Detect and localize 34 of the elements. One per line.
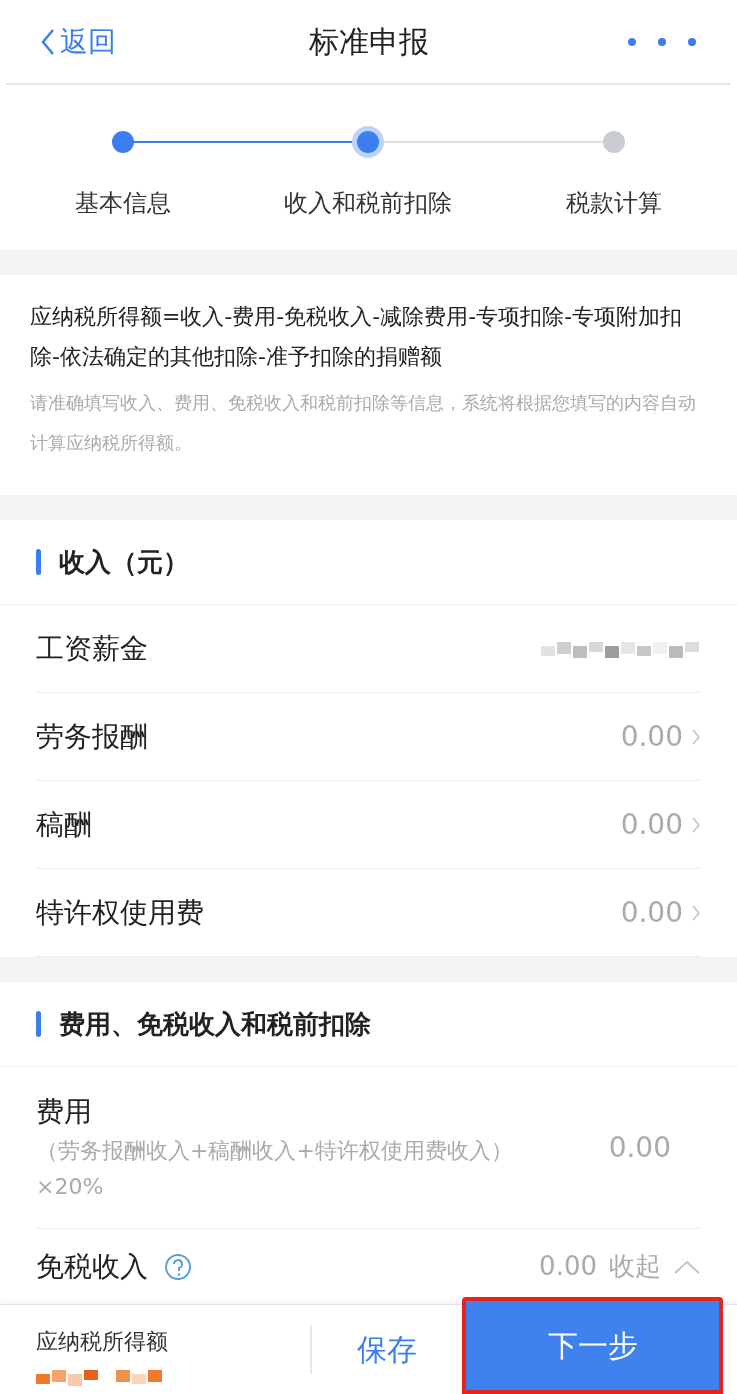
row-label: 特许权使用费 <box>36 894 204 931</box>
row-label: 稿酬 <box>36 806 92 843</box>
amount-value[interactable]: 0.00 <box>620 803 701 846</box>
chevron-right-icon <box>691 815 701 834</box>
collapse-toggle[interactable]: 收起 <box>609 1247 701 1286</box>
row-label: 工资薪金 <box>36 630 148 667</box>
chevron-right-icon <box>691 727 701 746</box>
page-title: 标准申报 <box>307 23 430 61</box>
amount-value: 0.00 <box>608 1129 671 1166</box>
step-label: 收入和税前扣除 <box>284 188 453 219</box>
taxable-income-label: 应纳税所得额 <box>36 1328 169 1356</box>
section-marker <box>36 1011 41 1037</box>
help-icon[interactable] <box>164 1252 192 1281</box>
section-title: 费用、免税收入和税前扣除 <box>59 1007 371 1041</box>
step-label: 基本信息 <box>74 188 171 219</box>
back-button[interactable]: 返回 <box>40 20 190 63</box>
amount-value: 0.00 <box>539 1250 597 1283</box>
amount-value[interactable]: 0.00 <box>620 715 701 758</box>
chevron-up-icon <box>673 1258 701 1275</box>
section-title: 收入（元） <box>59 545 189 579</box>
row-label: 劳务报酬 <box>36 718 148 755</box>
row-label: 费用 <box>36 1093 93 1130</box>
amount-value[interactable]: 0.00 <box>620 891 701 934</box>
step-label: 税款计算 <box>566 188 663 219</box>
row-label: 免税收入 <box>36 1248 148 1285</box>
section-marker <box>36 549 41 575</box>
expense-formula: （劳务报酬收入+稿酬收入+特许权使用费收入）×20% <box>36 1136 514 1201</box>
chevron-right-icon <box>691 903 701 922</box>
chevron-left-icon <box>40 27 56 56</box>
more-icon <box>627 36 697 47</box>
note-text: 请准确填写收入、费用、免税收入和税前扣除等信息，系统将根据您填写的内容自动计算应纳税所得额。 <box>30 391 697 455</box>
save-button[interactable]: 保存 <box>312 1305 462 1394</box>
formula-text: 应纳税所得额=收入-费用-免税收入-减除费用-专项扣除-专项附加扣除-依法确定的其他扣除-准予扣除的捐赠额 <box>30 303 684 371</box>
next-button[interactable]: 下一步 <box>466 1301 719 1390</box>
